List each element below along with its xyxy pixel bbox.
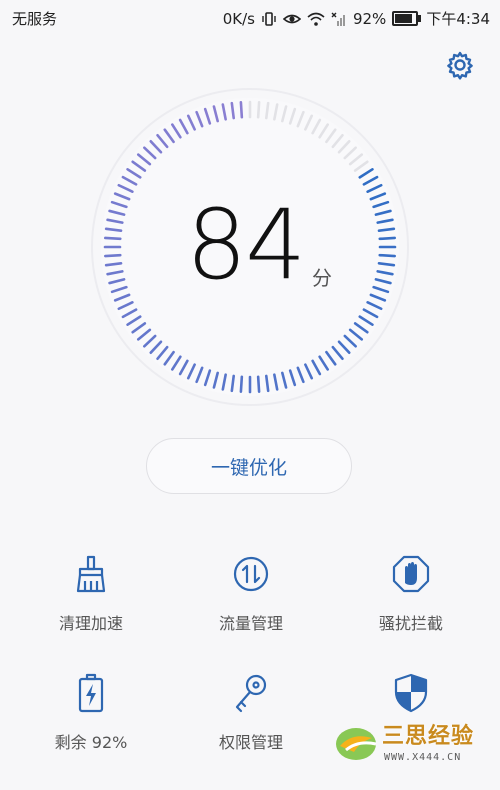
dial-tick-active (256, 375, 261, 394)
data-transfer-icon (229, 552, 273, 596)
feature-battery[interactable]: 剩余 92% (21, 671, 161, 753)
feature-permission-management[interactable]: 权限管理 (181, 671, 321, 753)
hand-block-icon (389, 552, 433, 596)
feature-label: 骚扰拦截 (378, 614, 443, 633)
watermark-text: 三思经验 (382, 723, 475, 749)
dial-tick-active (239, 100, 244, 119)
feature-harassment-block[interactable]: 骚扰拦截 (341, 552, 481, 634)
feature-label: 流量管理 (218, 614, 283, 633)
dial-tick-active (239, 375, 244, 394)
dial-tick-active (378, 236, 397, 241)
battery-percent: 92% (352, 9, 387, 28)
dial-tick-active (103, 236, 122, 241)
status-bar: 无服务 0K/s 92% 下午4:34 (0, 0, 500, 34)
status-right-group: 0K/s 92% 下午4:34 (223, 8, 490, 29)
carrier-label: 无服务 (12, 10, 58, 28)
feature-label: 清理加速 (58, 614, 123, 633)
shield-icon (389, 671, 433, 715)
vibrate-icon (261, 11, 277, 26)
score-unit: 分 (312, 266, 332, 290)
feature-label: 剩余 92% (54, 733, 128, 752)
wifi-icon (307, 12, 325, 26)
signal-icon (331, 12, 347, 26)
feature-label: 权限管理 (218, 733, 283, 752)
network-speed: 0K/s (222, 9, 255, 28)
key-icon (229, 671, 273, 715)
gear-icon (445, 50, 475, 84)
feature-data-management[interactable]: 流量管理 (181, 552, 321, 634)
dial-tick-active (103, 253, 122, 258)
battery-icon (69, 671, 113, 715)
dial-tick-active (378, 253, 397, 258)
battery-status-icon (392, 11, 422, 26)
score-value: 84 (186, 189, 306, 301)
clock: 下午4:34 (426, 10, 490, 28)
eye-icon (282, 12, 302, 26)
one-key-optimize-button[interactable]: 一键优化 (146, 438, 352, 494)
battery-fill (395, 14, 413, 23)
feature-cleanup[interactable]: 清理加速 (21, 552, 161, 634)
dial-tick-inactive (256, 100, 261, 119)
broom-icon (69, 552, 113, 596)
settings-button[interactable] (443, 50, 477, 84)
watermark: 三思经验 WWW.X444.CN (332, 716, 492, 778)
watermark-url: WWW.X444.CN (384, 752, 462, 763)
